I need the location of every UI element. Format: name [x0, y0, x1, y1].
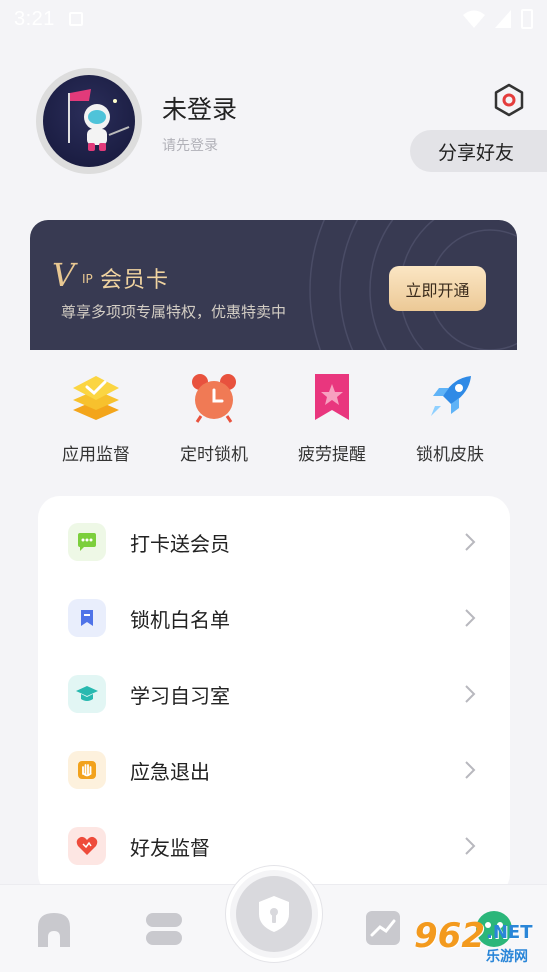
graduation-cap-icon [68, 675, 106, 713]
nav-home-icon[interactable] [34, 909, 74, 949]
lock-center-button[interactable] [226, 866, 322, 962]
vip-card[interactable]: V IP 会员卡 尊享多项项专属特权，优惠特卖中 立即开通 [30, 220, 517, 350]
settings-hexagon-icon[interactable] [491, 82, 527, 118]
feature-grid: 应用监督 定时锁机 疲劳提醒 锁机皮肤 [0, 370, 547, 470]
username[interactable]: 未登录 [162, 90, 237, 126]
alarm-clock-icon [192, 374, 236, 423]
menu-item-label: 好友监督 [130, 835, 210, 860]
chat-bubble-icon [68, 523, 106, 561]
vip-description: 尊享多项项专属特权，优惠特卖中 [61, 303, 287, 321]
chevron-right-icon [465, 685, 476, 703]
bookmark-star-icon [315, 374, 349, 420]
menu-item-checkin-vip[interactable]: 打卡送会员 [38, 504, 510, 580]
share-friends-button[interactable]: 分享好友 [410, 130, 547, 172]
vip-logo-ip: IP [82, 272, 93, 286]
chevron-right-icon [465, 837, 476, 855]
menu-item-label: 锁机白名单 [130, 607, 230, 632]
feature-fatigue-reminder[interactable]: 疲劳提醒 [277, 370, 387, 465]
menu-list: 打卡送会员 锁机白名单 学习自习室 应急退出 好友监督 [38, 496, 510, 896]
feature-app-supervision[interactable]: 应用监督 [41, 370, 151, 465]
shield-lock-icon [259, 896, 289, 932]
chevron-right-icon [465, 609, 476, 627]
chevron-right-icon [465, 761, 476, 779]
signal-icon [495, 10, 511, 28]
feature-label: 应用监督 [62, 445, 130, 465]
wifi-icon [463, 10, 485, 28]
battery-icon [521, 9, 533, 29]
menu-item-label: 学习自习室 [130, 683, 230, 708]
menu-item-study-room[interactable]: 学习自习室 [38, 656, 510, 732]
notification-icon [68, 12, 83, 26]
avatar[interactable] [36, 68, 142, 174]
chevron-right-icon [465, 533, 476, 551]
activate-vip-button[interactable]: 立即开通 [389, 266, 486, 311]
menu-item-whitelist[interactable]: 锁机白名单 [38, 580, 510, 656]
watermark-suffix: .NET [486, 922, 533, 943]
watermark-number: 962 [414, 916, 485, 956]
bookmark-icon [68, 599, 106, 637]
watermark-cn: 乐游网 [486, 949, 528, 965]
status-time: 3:21 [14, 7, 55, 30]
nav-list-icon[interactable] [144, 909, 184, 949]
menu-item-label: 打卡送会员 [130, 531, 230, 556]
feature-label: 疲劳提醒 [298, 445, 366, 465]
hand-icon [68, 751, 106, 789]
heart-icon [68, 827, 106, 865]
feature-label: 定时锁机 [180, 445, 248, 465]
feature-timed-lock[interactable]: 定时锁机 [159, 370, 269, 465]
feature-lock-skin[interactable]: 锁机皮肤 [395, 370, 505, 465]
login-hint[interactable]: 请先登录 [162, 135, 218, 155]
status-bar: 3:21 [0, 0, 547, 38]
vip-title: 会员卡 [100, 268, 170, 293]
nav-stats-icon[interactable] [364, 909, 404, 949]
vip-logo-letter: V [52, 256, 76, 294]
watermark-logo: 962 .NET 乐游网 [412, 916, 544, 968]
menu-item-label: 应急退出 [130, 759, 210, 784]
layers-check-icon [73, 376, 119, 420]
feature-label: 锁机皮肤 [416, 445, 484, 465]
menu-item-emergency-exit[interactable]: 应急退出 [38, 732, 510, 808]
astronaut-icon [68, 89, 130, 151]
rocket-icon [431, 376, 471, 416]
